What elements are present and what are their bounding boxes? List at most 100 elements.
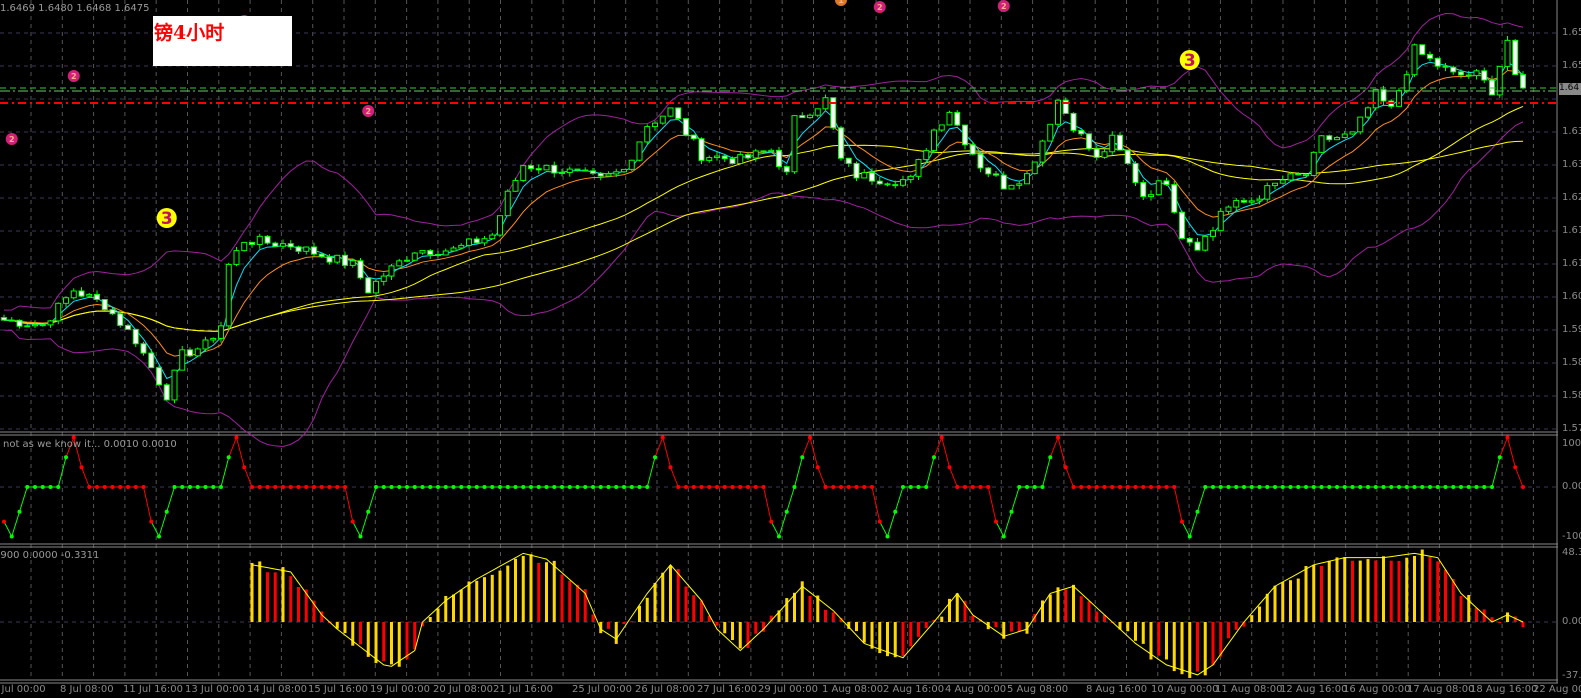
bear-candle bbox=[1132, 162, 1139, 184]
oscillator-point bbox=[1490, 485, 1494, 489]
chart-canvas[interactable]: 22222222221111111111111113333 bbox=[0, 0, 1581, 698]
oscillator-point bbox=[1420, 485, 1425, 489]
oscillator-point bbox=[1513, 465, 1518, 470]
bear-candle bbox=[1295, 173, 1302, 176]
oscillator-point bbox=[1218, 485, 1223, 489]
oscillator-point bbox=[1482, 485, 1487, 489]
oscillator-point bbox=[870, 485, 874, 489]
bull-candle bbox=[1233, 200, 1240, 208]
oscillator-point bbox=[1319, 485, 1324, 489]
oscillator-point bbox=[1118, 485, 1122, 489]
histogram-bar bbox=[622, 622, 626, 624]
bull-candle bbox=[791, 115, 798, 173]
oscillator-segment bbox=[243, 467, 253, 488]
oscillator-segment bbox=[1042, 457, 1051, 488]
time-axis-label: 29 Jul 00:00 bbox=[758, 684, 818, 695]
oscillator-point bbox=[986, 485, 991, 489]
histogram-bar bbox=[1234, 622, 1238, 630]
oscillator-segment bbox=[1173, 486, 1183, 522]
oscillator-point bbox=[133, 485, 138, 489]
histogram-bar bbox=[955, 593, 959, 622]
histogram-bar bbox=[359, 622, 362, 645]
price-axis-label: 1.63 bbox=[1562, 159, 1581, 170]
oscillator-point bbox=[769, 519, 774, 524]
oscillator-point bbox=[846, 485, 851, 489]
bear-candle bbox=[125, 324, 131, 330]
oscillator-point bbox=[1474, 485, 1479, 489]
bear-candle bbox=[1442, 65, 1449, 68]
oscillator-point bbox=[126, 485, 130, 489]
time-axis-label: 15 Jul 16:00 bbox=[308, 684, 368, 695]
oscillator-point bbox=[567, 485, 572, 489]
histogram-bar bbox=[1087, 601, 1091, 622]
bull-candle bbox=[1310, 151, 1317, 176]
oscillator-point bbox=[1342, 485, 1347, 489]
oscillator-point bbox=[1249, 485, 1254, 489]
oscillator-point bbox=[645, 485, 650, 489]
bear-candle bbox=[109, 309, 116, 315]
bull-candle bbox=[1031, 161, 1038, 175]
bull-candle bbox=[489, 234, 496, 240]
histogram-bar bbox=[886, 622, 889, 657]
oscillator-point bbox=[676, 485, 681, 489]
bear-candle bbox=[311, 246, 317, 255]
bear-candle bbox=[1179, 211, 1185, 239]
histogram-bar bbox=[1451, 578, 1455, 622]
oscillator-point bbox=[1257, 485, 1262, 489]
histogram-bar bbox=[700, 600, 703, 622]
bull-candle bbox=[218, 325, 224, 339]
bear-candle bbox=[1000, 174, 1007, 190]
bear-candle bbox=[94, 293, 100, 301]
oscillator-point bbox=[637, 485, 642, 489]
bull-candle bbox=[1411, 44, 1418, 76]
time-axis-label: 25 Jul 00:00 bbox=[572, 684, 632, 695]
bull-candle bbox=[171, 369, 178, 401]
bear-candle bbox=[729, 158, 736, 165]
histogram-bar bbox=[1335, 557, 1339, 622]
oscillator-point bbox=[1032, 485, 1037, 489]
oscillator-point bbox=[761, 485, 766, 489]
bear-candle bbox=[1070, 112, 1077, 131]
oscillator-point bbox=[319, 485, 324, 489]
oscillator-point bbox=[1435, 485, 1440, 489]
bear-candle bbox=[295, 246, 302, 252]
slower-ma-line bbox=[3, 140, 1524, 332]
time-axis-label: 5 Aug 08:00 bbox=[1007, 684, 1069, 695]
price-pane[interactable]: 22222222221111111111111113333 bbox=[0, 0, 1556, 447]
bull-candle bbox=[179, 349, 186, 371]
time-axis-label: 1 Aug 08:00 bbox=[822, 684, 884, 695]
histogram-bar bbox=[607, 622, 610, 629]
oscillator-point bbox=[947, 465, 952, 470]
bull-candle bbox=[63, 297, 69, 304]
oscillator-point bbox=[412, 485, 417, 489]
oscillator-point bbox=[79, 465, 84, 470]
oscillator-point bbox=[1203, 485, 1208, 489]
histogram-pane[interactable] bbox=[250, 549, 1525, 678]
bull-candle bbox=[24, 325, 31, 328]
oscillator-point bbox=[102, 485, 107, 489]
histogram-bar bbox=[521, 555, 525, 622]
oscillator-point bbox=[498, 485, 502, 489]
histogram-bar bbox=[1250, 615, 1254, 622]
oscillator-point bbox=[1466, 485, 1471, 489]
bull-candle bbox=[1202, 235, 1209, 251]
histogram-bar bbox=[428, 617, 432, 622]
signal-line bbox=[251, 552, 1524, 676]
oscillator-point bbox=[1149, 485, 1153, 489]
bear-candle bbox=[1124, 149, 1131, 164]
oscillator-point bbox=[877, 519, 882, 524]
oscillator-point bbox=[1001, 534, 1006, 539]
bear-candle bbox=[326, 256, 333, 263]
oscillator-point bbox=[575, 485, 580, 489]
histogram-bar bbox=[723, 622, 727, 634]
oscillator-segment bbox=[143, 486, 152, 522]
bull-candle bbox=[1148, 194, 1154, 198]
bear-candle bbox=[1186, 237, 1193, 243]
bear-candle bbox=[845, 157, 852, 164]
oscillator-pane[interactable] bbox=[2, 435, 1525, 539]
histogram-bar bbox=[281, 567, 285, 622]
bear-candle bbox=[264, 235, 271, 244]
histogram-bar bbox=[692, 595, 696, 622]
marker-label: 2 bbox=[877, 3, 883, 12]
time-axis-label: 20 Jul 08:00 bbox=[433, 684, 493, 695]
